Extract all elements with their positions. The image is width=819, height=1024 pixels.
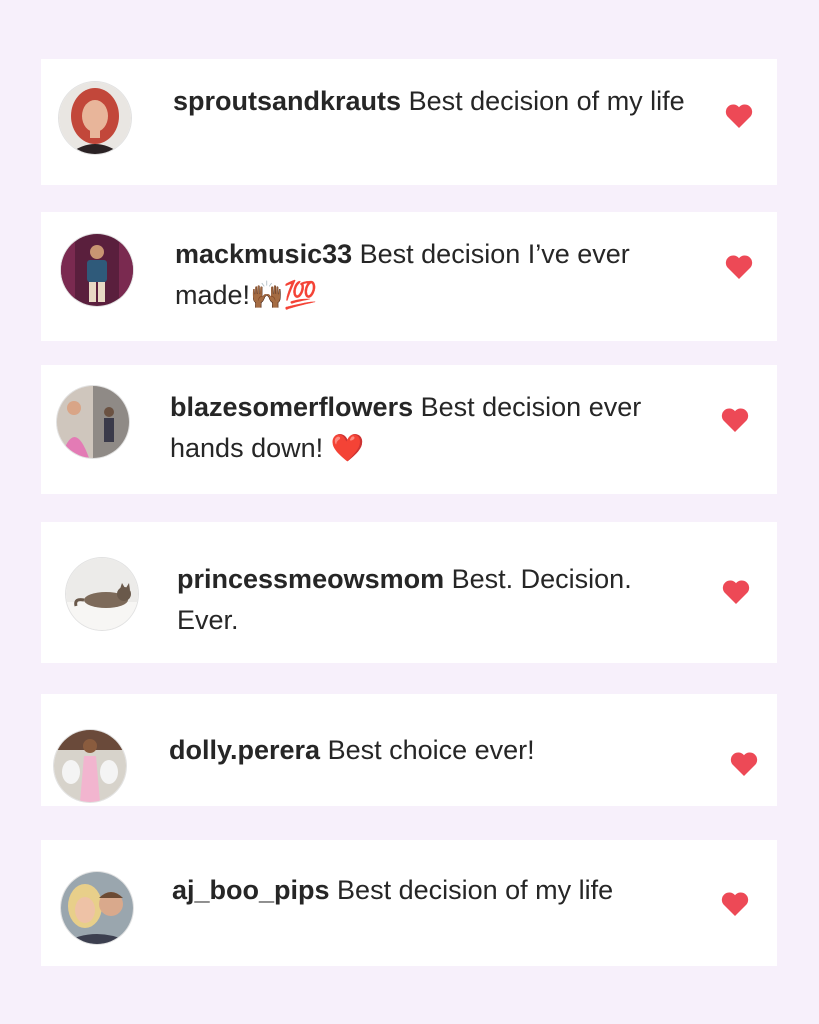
comment-card: sproutsandkrauts Best decision of my lif…: [41, 59, 777, 185]
comment-username[interactable]: aj_boo_pips: [172, 875, 330, 905]
avatar[interactable]: [54, 730, 126, 802]
avatar[interactable]: [57, 386, 129, 458]
like-button[interactable]: [720, 890, 750, 918]
comment-card: dolly.perera Best choice ever!: [41, 694, 777, 806]
comment-username[interactable]: sproutsandkrauts: [173, 86, 401, 116]
like-button[interactable]: [721, 578, 751, 606]
comment-text: dolly.perera Best choice ever!: [169, 730, 709, 771]
comment-text: blazesomerflowers Best decision ever han…: [170, 387, 700, 469]
couple-selfie-avatar-icon: [61, 872, 133, 944]
woman-collage-avatar-icon: [57, 386, 129, 458]
heart-icon: [730, 752, 758, 776]
comment-username[interactable]: dolly.perera: [169, 735, 320, 765]
avatar[interactable]: [61, 234, 133, 306]
comment-card: blazesomerflowers Best decision ever han…: [41, 365, 777, 494]
comment-text: sproutsandkrauts Best decision of my lif…: [173, 81, 703, 122]
like-button[interactable]: [729, 750, 759, 778]
man-on-stage-avatar-icon: [61, 234, 133, 306]
comment-text: aj_boo_pips Best decision of my life: [172, 870, 692, 911]
like-button[interactable]: [720, 406, 750, 434]
comment-card: aj_boo_pips Best decision of my life: [41, 840, 777, 966]
comment-card: princessmeowsmom Best. Decision. Ever.: [41, 522, 777, 663]
heart-icon: [721, 408, 749, 432]
comment-body: Best decision of my life: [408, 86, 685, 116]
avatar[interactable]: [61, 872, 133, 944]
like-button[interactable]: [724, 253, 754, 281]
comment-username[interactable]: blazesomerflowers: [170, 392, 413, 422]
comment-text: princessmeowsmom Best. Decision. Ever.: [177, 559, 657, 641]
heart-icon: [722, 580, 750, 604]
woman-red-hair-avatar-icon: [59, 82, 131, 154]
comment-username[interactable]: princessmeowsmom: [177, 564, 444, 594]
like-button[interactable]: [724, 102, 754, 130]
heart-icon: [725, 255, 753, 279]
cat-on-bed-avatar-icon: [66, 558, 138, 630]
comment-text: mackmusic33 Best decision I’ve ever made…: [175, 234, 695, 316]
comment-body: Best choice ever!: [327, 735, 535, 765]
avatar[interactable]: [66, 558, 138, 630]
heart-icon: [725, 104, 753, 128]
avatar[interactable]: [59, 82, 131, 154]
woman-with-dogs-avatar-icon: [54, 730, 126, 802]
comment-body: Best decision of my life: [337, 875, 614, 905]
heart-icon: [721, 892, 749, 916]
comment-username[interactable]: mackmusic33: [175, 239, 352, 269]
comment-card: mackmusic33 Best decision I’ve ever made…: [41, 212, 777, 341]
